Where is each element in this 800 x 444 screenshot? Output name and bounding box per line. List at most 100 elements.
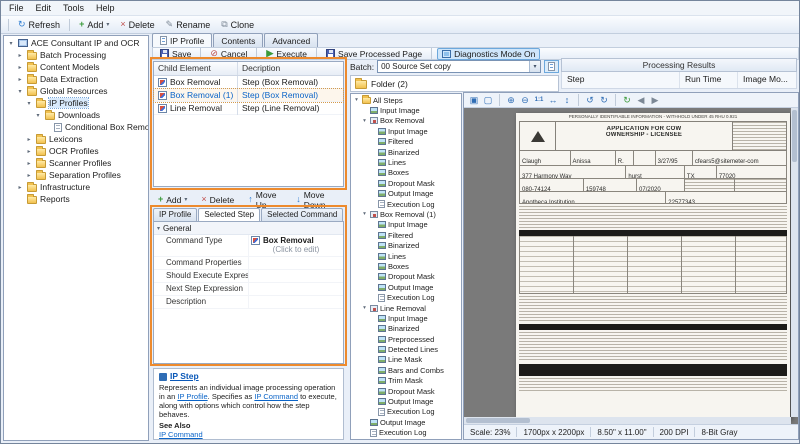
sidebar-item-data-extraction[interactable]: ▸ Data Extraction — [4, 73, 148, 85]
sidebar-item-batch-processing[interactable]: ▸ Batch Processing — [4, 49, 148, 61]
tree-item[interactable]: Line Mask — [351, 355, 461, 365]
sidebar-item-reports[interactable]: Reports — [4, 193, 148, 205]
sidebar-item-conditional-box-removal[interactable]: Conditional Box Removal — [4, 121, 148, 133]
tree-item[interactable]: Output Image — [351, 396, 461, 406]
tree-item[interactable]: Dropout Mask — [351, 178, 461, 188]
tab-selected-command[interactable]: Selected Command — [261, 208, 343, 221]
column-child-element[interactable]: Child Element — [154, 62, 238, 75]
tree-item[interactable]: Boxes — [351, 261, 461, 271]
tree-item-box-removal-1[interactable]: ▾Box Removal (1) — [351, 209, 461, 219]
tree-item[interactable]: Input Image — [351, 105, 461, 115]
menu-file[interactable]: File — [3, 2, 30, 14]
menu-edit[interactable]: Edit — [30, 2, 58, 14]
tree-item[interactable]: Binarized — [351, 240, 461, 250]
expander-icon[interactable]: ▾ — [361, 305, 368, 311]
command-properties-value[interactable] — [248, 257, 343, 269]
tree-item[interactable]: Input Image — [351, 313, 461, 323]
tree-item[interactable]: Execution Log — [351, 428, 461, 438]
next-page-icon[interactable]: ▶ — [649, 94, 661, 106]
next-step-value[interactable] — [248, 283, 343, 295]
menu-tools[interactable]: Tools — [57, 2, 90, 14]
expander-icon[interactable]: ▸ — [16, 64, 24, 71]
save-button[interactable]: Save — [156, 48, 195, 60]
expander-icon[interactable]: ▾ — [34, 112, 42, 119]
tab-contents[interactable]: Contents — [213, 33, 263, 47]
tree-item-line-removal[interactable]: ▾Line Removal — [351, 303, 461, 313]
tree-item[interactable]: Dropout Mask — [351, 386, 461, 396]
sidebar-item-infrastructure[interactable]: ▸ Infrastructure — [4, 181, 148, 193]
expander-icon[interactable]: ▾ — [361, 211, 368, 217]
sidebar-item-downloads[interactable]: ▾ Downloads — [4, 109, 148, 121]
tree-item[interactable]: Filtered — [351, 230, 461, 240]
ip-command-link[interactable]: IP Command — [254, 392, 298, 401]
batch-select[interactable]: 00 Source Set copy ▾ — [377, 60, 541, 73]
tab-ip-profile[interactable]: IP Profile — [152, 33, 212, 47]
tab-detail-ip-profile[interactable]: IP Profile — [153, 208, 197, 221]
sidebar-item-ocr-profiles[interactable]: ▸ OCR Profiles — [4, 145, 148, 157]
tab-advanced[interactable]: Advanced — [264, 33, 318, 47]
zoom-window-icon[interactable]: ▢ — [482, 94, 494, 106]
tree-item[interactable]: Binarized — [351, 147, 461, 157]
expander-icon[interactable]: ▾ — [353, 97, 360, 103]
tree-item[interactable]: Execution Log — [351, 199, 461, 209]
expander-icon[interactable]: ▸ — [16, 52, 24, 59]
command-type-value[interactable]: Box Removal (Click to edit) — [248, 235, 343, 256]
tree-item[interactable]: Binarized — [351, 324, 461, 334]
expander-icon[interactable]: ▸ — [25, 136, 33, 143]
tree-item[interactable]: Lines — [351, 157, 461, 167]
tree-item[interactable]: Preprocessed — [351, 334, 461, 344]
column-image-mode[interactable]: Image Mo... — [738, 72, 796, 88]
tree-item[interactable]: Bars and Combs — [351, 365, 461, 375]
help-title-link[interactable]: IP Step — [170, 372, 199, 381]
sidebar-item-content-models[interactable]: ▸ Content Models — [4, 61, 148, 73]
tree-item[interactable]: Lines — [351, 251, 461, 261]
actual-size-icon[interactable]: 1:1 — [533, 94, 545, 106]
view-page-button[interactable] — [544, 60, 559, 73]
scrollbar-thumb[interactable] — [466, 418, 530, 423]
refresh-button[interactable]: ↻ Refresh — [13, 19, 65, 31]
tree-item[interactable]: Input Image — [351, 220, 461, 230]
folder-node[interactable]: Folder (2) — [350, 75, 559, 92]
tree-item-box-removal[interactable]: ▾Box Removal — [351, 116, 461, 126]
sidebar-item-root[interactable]: ▾ ACE Consultant IP and OCR — [4, 37, 148, 49]
select-tool-icon[interactable]: ▣ — [468, 94, 480, 106]
zoom-out-icon[interactable]: ⊖ — [519, 94, 531, 106]
expander-icon[interactable]: ▾ — [361, 118, 368, 124]
tree-item[interactable]: Output Image — [351, 189, 461, 199]
property-group-general[interactable]: ▾ General — [154, 222, 343, 235]
menu-help[interactable]: Help — [90, 2, 121, 14]
expander-icon[interactable]: ▾ — [7, 40, 15, 47]
grid-row-box-removal[interactable]: Box Removal Step (Box Removal) — [154, 76, 343, 89]
tree-item[interactable]: Execution Log — [351, 407, 461, 417]
rotate-right-icon[interactable]: ↻ — [598, 94, 610, 106]
fit-height-icon[interactable]: ↕ — [561, 94, 573, 106]
expander-icon[interactable]: ▸ — [16, 76, 24, 83]
rename-button[interactable]: ✎ Rename — [161, 19, 216, 31]
tree-item[interactable]: Output Image — [351, 417, 461, 427]
sidebar-item-ip-profiles[interactable]: ▾ IP Profiles — [4, 97, 148, 109]
vertical-scrollbar[interactable] — [791, 108, 798, 417]
tree-item[interactable]: Trim Mask — [351, 376, 461, 386]
refresh-view-icon[interactable]: ↻ — [621, 94, 633, 106]
tree-item[interactable]: Input Image — [351, 126, 461, 136]
save-processed-page-button[interactable]: Save Processed Page — [322, 48, 426, 60]
column-description[interactable]: Decription — [238, 62, 343, 75]
delete-button[interactable]: × Delete — [115, 19, 159, 31]
sidebar-item-separation-profiles[interactable]: ▸ Separation Profiles — [4, 169, 148, 181]
tree-item[interactable]: Dropout Mask — [351, 272, 461, 282]
column-step[interactable]: Step — [562, 72, 680, 88]
horizontal-scrollbar[interactable] — [464, 417, 791, 424]
zoom-in-icon[interactable]: ⊕ — [505, 94, 517, 106]
viewer-canvas[interactable]: PERSONALLY IDENTIFIABLE INFORMATION - WI… — [464, 108, 798, 424]
chevron-down-icon[interactable]: ▾ — [529, 61, 540, 72]
expander-icon[interactable]: ▾ — [16, 88, 24, 95]
ip-command-see-also-link[interactable]: IP Command — [159, 430, 203, 439]
grid-row-line-removal[interactable]: Line Removal Step (Line Removal) — [154, 102, 343, 115]
grid-row-box-removal-1[interactable]: Box Removal (1) Step (Box Removal) — [154, 89, 343, 102]
tree-item[interactable]: Filtered — [351, 137, 461, 147]
delete-step-button[interactable]: × Delete — [196, 194, 239, 206]
fit-width-icon[interactable]: ↔ — [547, 94, 559, 106]
add-button[interactable]: + Add ▾ — [74, 19, 114, 31]
scrollbar-thumb[interactable] — [792, 110, 797, 162]
expander-icon[interactable]: ▸ — [25, 172, 33, 179]
